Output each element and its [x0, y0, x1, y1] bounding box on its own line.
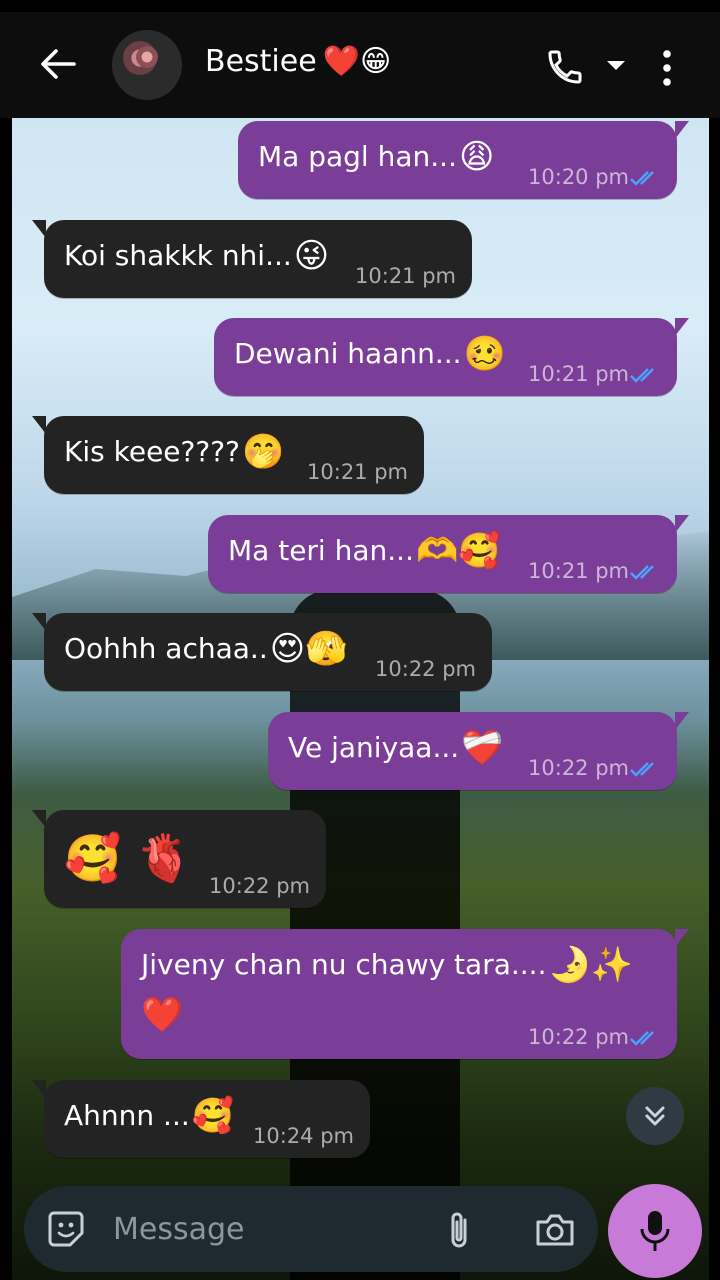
sticker-icon[interactable] [46, 1209, 86, 1249]
message-text-line2: ❤️ [141, 995, 183, 1035]
message-time: 10:22 pm [528, 756, 629, 780]
message-time: 10:21 pm [528, 559, 629, 583]
contact-name-text: Bestiee [205, 44, 317, 79]
emoji: 🥰 [191, 1096, 235, 1136]
message-text: Kis keee???? 🤭 [64, 432, 285, 472]
emoji: 🫶🥰 [415, 531, 501, 571]
message-time: 10:21 pm [307, 460, 408, 484]
chat-header: Bestiee ❤️😁 [0, 12, 720, 118]
emoji: 🌛✨ [548, 945, 634, 985]
message-text: Koi shakkk nhi... 😜 [64, 236, 330, 276]
message-bubble-incoming[interactable]: Koi shakkk nhi... 😜 10:21 pm [32, 220, 472, 298]
message-text: Ma teri han... 🫶🥰 [228, 531, 501, 571]
emoji: 🥴 [463, 334, 506, 374]
mic-button[interactable] [608, 1184, 702, 1278]
message-bubble-incoming[interactable]: Oohhh achaa.. 😍🫣 10:22 pm [32, 613, 492, 691]
emoji: 🤭 [241, 432, 285, 472]
emoji: 😩 [458, 137, 495, 177]
emoji: ❤️ [141, 995, 184, 1035]
message-bubble-outgoing[interactable]: Dewani haann... 🥴 10:21 pm [214, 318, 689, 396]
message-time: 10:22 pm [375, 657, 476, 681]
message-text: Dewani haann... 🥴 [234, 334, 506, 374]
emoji: 😍🫣 [269, 629, 348, 669]
contact-name[interactable]: Bestiee ❤️😁 [205, 42, 391, 82]
double-chevron-down-icon [645, 1106, 665, 1126]
voice-call-icon[interactable] [545, 47, 585, 87]
message-time: 10:22 pm [528, 1025, 629, 1049]
message-bubble-incoming[interactable]: 🥰 🫀 10:22 pm [32, 810, 326, 908]
message-bubble-incoming[interactable]: Kis keee???? 🤭 10:21 pm [32, 416, 424, 494]
message-bubble-outgoing[interactable]: Ve janiyaa... ❤️‍🩹 10:22 pm [268, 712, 689, 790]
read-ticks-icon [629, 366, 663, 384]
message-composer[interactable]: Message [24, 1186, 598, 1272]
message-bubble-outgoing[interactable]: Jiveny chan nu chawy tara.... 🌛✨ ❤️ 10:2… [121, 929, 689, 1059]
mic-icon [640, 1211, 670, 1251]
message-text: Jiveny chan nu chawy tara.... 🌛✨ [141, 945, 634, 985]
message-time: 10:24 pm [253, 1124, 354, 1148]
message-text: Ahnnn ... 🥰 [64, 1096, 235, 1136]
back-arrow-icon[interactable] [36, 44, 80, 84]
message-input[interactable]: Message [113, 1206, 244, 1254]
message-bubble-outgoing[interactable]: Ma pagl han... 😩 10:20 pm [238, 121, 689, 199]
read-ticks-icon [629, 1029, 663, 1047]
attach-icon[interactable] [443, 1208, 477, 1252]
chevron-down-icon[interactable] [604, 58, 628, 74]
message-time: 10:21 pm [355, 264, 456, 288]
message-bubble-incoming[interactable]: Ahnnn ... 🥰 10:24 pm [32, 1080, 370, 1158]
contact-name-emojis: ❤️😁 [322, 44, 392, 79]
message-time: 10:22 pm [209, 874, 310, 898]
status-bar [0, 0, 720, 12]
message-bubble-outgoing[interactable]: Ma teri han... 🫶🥰 10:21 pm [208, 515, 689, 593]
emoji: ❤️‍🩹 [461, 728, 504, 768]
more-vert-icon[interactable] [656, 46, 678, 90]
read-ticks-icon [629, 760, 663, 778]
message-text: Ma pagl han... 😩 [258, 137, 495, 177]
read-ticks-icon [629, 563, 663, 581]
emoji: 😜 [293, 236, 330, 276]
message-text: Oohhh achaa.. 😍🫣 [64, 629, 348, 669]
contact-avatar[interactable] [112, 30, 182, 100]
message-text: Ve janiyaa... ❤️‍🩹 [288, 728, 504, 768]
message-text: 🥰 🫀 [64, 830, 193, 886]
read-ticks-icon [629, 169, 663, 187]
emoji: 🥰 🫀 [64, 831, 194, 885]
message-time: 10:20 pm [528, 165, 629, 189]
camera-icon[interactable] [533, 1210, 577, 1250]
chat-screen: Bestiee ❤️😁 Ma pagl han... 😩 10:20 pm Ko… [0, 0, 720, 1280]
scroll-to-bottom-button[interactable] [626, 1087, 684, 1145]
message-time: 10:21 pm [528, 362, 629, 386]
